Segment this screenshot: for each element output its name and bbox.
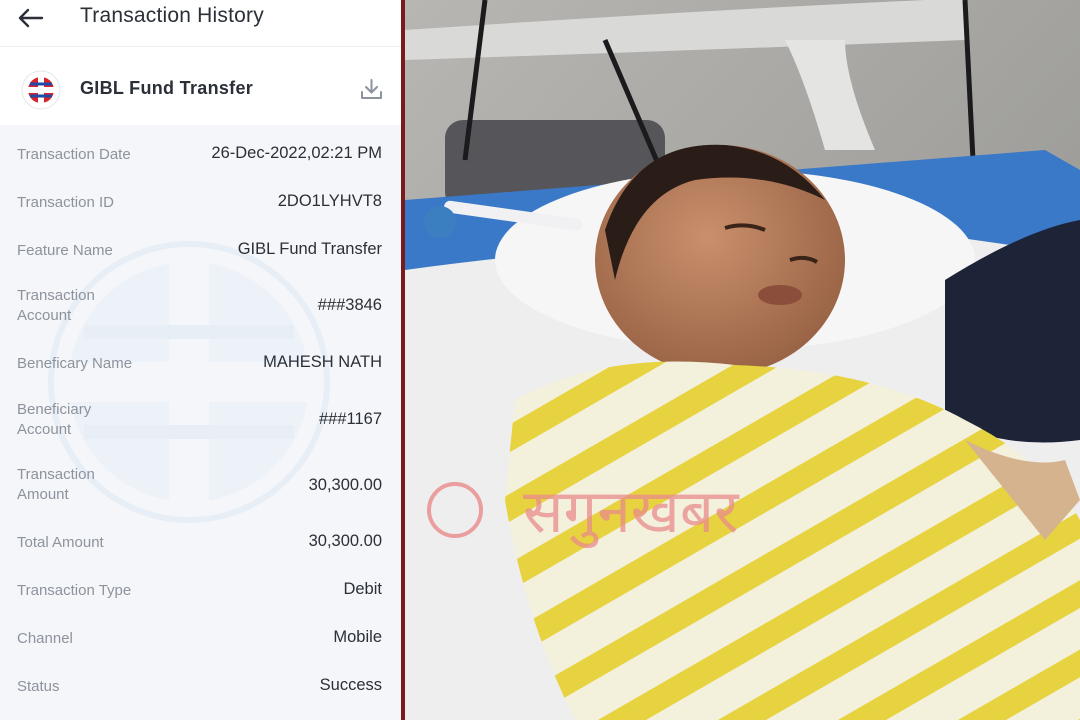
detail-label: Beneficiary Account bbox=[17, 401, 92, 438]
detail-value: 2DO1LYHVT8 bbox=[277, 192, 382, 210]
transaction-history-screen: Transaction History GIBL Fund Transfer T… bbox=[0, 0, 401, 720]
download-icon[interactable] bbox=[359, 77, 384, 102]
sleeping-child-illustration: सगुनखबर bbox=[405, 0, 1080, 720]
detail-label: Transaction Type bbox=[17, 582, 132, 599]
detail-value: 26-Dec-2022,02:21 PM bbox=[211, 144, 382, 162]
detail-label: Beneficary Name bbox=[17, 355, 133, 372]
detail-value: MAHESH NATH bbox=[263, 353, 382, 371]
detail-value: 30,300.00 bbox=[308, 476, 382, 494]
detail-value: Success bbox=[319, 676, 382, 694]
app-bar: Transaction History bbox=[0, 0, 401, 47]
detail-label: Total Amount bbox=[17, 534, 104, 551]
detail-label: Channel bbox=[17, 630, 73, 647]
photo-watermark-text: सगुनखबर bbox=[523, 477, 740, 549]
detail-value: 30,300.00 bbox=[308, 532, 382, 550]
detail-label: Feature Name bbox=[17, 242, 113, 259]
detail-label: Transaction ID bbox=[17, 194, 114, 211]
detail-value: Mobile bbox=[333, 628, 382, 646]
detail-value: GIBL Fund Transfer bbox=[237, 240, 382, 258]
detail-value: Debit bbox=[343, 580, 382, 598]
arrow-left-icon[interactable] bbox=[18, 6, 44, 30]
detail-label: Status bbox=[17, 678, 60, 695]
bank-logo-icon bbox=[21, 70, 61, 110]
feature-title: GIBL Fund Transfer bbox=[80, 78, 254, 98]
detail-label: Transaction Account bbox=[17, 287, 95, 324]
page-title: Transaction History bbox=[80, 4, 264, 27]
detail-label: Transaction Date bbox=[17, 146, 131, 163]
detail-value: ###3846 bbox=[317, 296, 382, 314]
detail-value: ###1167 bbox=[318, 410, 382, 428]
hospital-photo: सगुनखबर bbox=[405, 0, 1080, 720]
detail-label: Transaction Amount bbox=[17, 466, 95, 503]
